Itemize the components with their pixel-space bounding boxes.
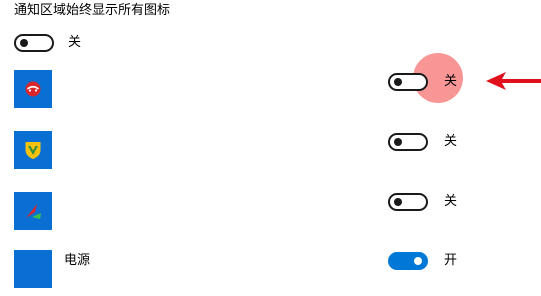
toggle-knob <box>394 78 402 86</box>
toggle-knob <box>394 198 402 206</box>
toggle-knob <box>414 257 422 265</box>
power-toggle[interactable] <box>388 252 428 270</box>
red-green-arrow-logo-icon <box>14 192 52 230</box>
app-1-state: 关 <box>444 74 458 89</box>
power-icon <box>14 250 52 288</box>
notification-area-header: 通知区域始终显示所有图标 <box>14 3 171 18</box>
always-show-all-icons-toggle[interactable] <box>14 34 54 52</box>
app-2-state: 关 <box>444 134 458 149</box>
toggle-knob <box>394 138 402 146</box>
always-show-all-icons-state: 关 <box>68 35 82 50</box>
app-3-toggle[interactable] <box>388 193 428 211</box>
toggle-knob <box>20 39 28 47</box>
app-2-toggle[interactable] <box>388 133 428 151</box>
app-1-toggle[interactable] <box>388 73 428 91</box>
red-app-tray-icon <box>14 70 52 108</box>
power-state: 开 <box>444 253 458 268</box>
app-name-power: 电源 <box>64 253 91 268</box>
yellow-shield-icon <box>14 131 52 169</box>
red-arrow-icon <box>486 72 541 90</box>
app-3-state: 关 <box>444 194 458 209</box>
